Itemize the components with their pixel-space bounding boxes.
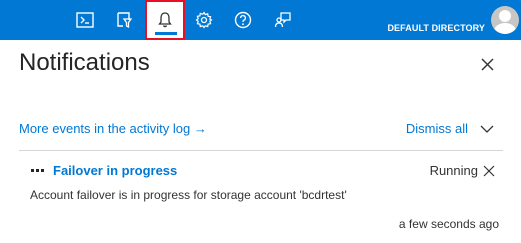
cloud-shell-icon xyxy=(76,12,94,28)
notification-status: Running xyxy=(429,163,478,178)
dismiss-all-button[interactable]: Dismiss all xyxy=(406,121,494,136)
notifications-button[interactable] xyxy=(145,0,185,40)
help-icon xyxy=(234,11,252,29)
close-panel-button[interactable] xyxy=(478,55,498,75)
top-bar: DEFAULT DIRECTORY xyxy=(0,0,521,40)
bell-icon xyxy=(158,12,172,28)
directory-filter-icon xyxy=(117,12,133,29)
close-icon xyxy=(483,165,495,177)
gear-icon xyxy=(195,11,213,29)
feedback-button[interactable] xyxy=(263,0,303,40)
activity-log-link[interactable]: More events in the activity log → xyxy=(19,121,207,136)
directory-label[interactable]: DEFAULT DIRECTORY xyxy=(387,23,485,33)
avatar[interactable] xyxy=(491,6,519,34)
settings-button[interactable] xyxy=(184,0,224,40)
help-button[interactable] xyxy=(223,0,263,40)
active-tab-indicator xyxy=(155,32,177,35)
notification-title[interactable]: Failover in progress xyxy=(53,163,177,178)
directory-filter-button[interactable] xyxy=(104,0,144,40)
chevron-down-icon[interactable] xyxy=(480,124,494,134)
cloud-shell-button[interactable] xyxy=(65,0,105,40)
avatar-head-shape xyxy=(499,10,511,22)
notification-description: Account failover is in progress for stor… xyxy=(30,188,347,202)
dismiss-all-label: Dismiss all xyxy=(405,121,468,136)
close-icon xyxy=(481,58,494,71)
in-progress-dots-icon xyxy=(31,169,44,172)
panel-title: Notifications xyxy=(19,49,150,76)
dismiss-notification-button[interactable] xyxy=(482,164,496,178)
feedback-icon xyxy=(274,12,291,28)
avatar-body-shape xyxy=(494,23,516,34)
divider xyxy=(19,150,503,151)
notification-timestamp: a few seconds ago xyxy=(398,217,499,231)
